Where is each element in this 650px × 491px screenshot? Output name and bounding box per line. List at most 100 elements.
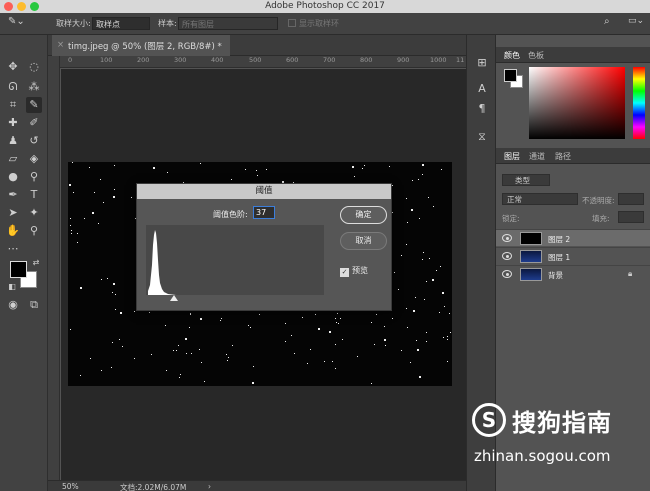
layer-name[interactable]: 图层 2 [548, 234, 570, 245]
cancel-button[interactable]: 取消 [340, 232, 387, 250]
panel-foreground-swatch[interactable] [504, 69, 517, 82]
healing-brush-tool-icon[interactable]: ✚ [5, 115, 21, 131]
close-tab-icon[interactable]: × [57, 40, 64, 50]
document-tab-title: timg.jpeg @ 50% (图层 2, RGB/8#) * [68, 42, 222, 52]
tab-paths[interactable]: 路径 [555, 151, 571, 162]
ruler-tick: 700 [323, 56, 336, 64]
default-colors-icon[interactable]: ◧ [4, 279, 20, 295]
opacity-field[interactable] [618, 193, 644, 205]
threshold-slider-handle[interactable] [170, 295, 178, 301]
star-dot [285, 341, 286, 342]
dodge-tool-icon[interactable]: ⚲ [26, 169, 42, 185]
more-tools-icon[interactable]: ⋯ [5, 241, 21, 257]
move-tool-icon[interactable]: ✥ [5, 59, 21, 75]
sample-size-select[interactable]: 取样点 [92, 17, 150, 30]
color-picker-field[interactable] [529, 67, 625, 139]
layer-row[interactable]: 图层 1 [496, 247, 650, 264]
swap-colors-icon[interactable]: ⇄ [28, 255, 44, 271]
lasso-tool-icon[interactable]: ᘏ [5, 79, 21, 95]
document-tab[interactable]: × timg.jpeg @ 50% (图层 2, RGB/8#) * [52, 35, 230, 56]
workspace-icon[interactable]: ▭⌄ [628, 16, 644, 26]
layer-row[interactable]: 背景 🔒︎ [496, 265, 650, 282]
custom-shape-tool-icon[interactable]: ✦ [26, 205, 42, 221]
visibility-eye-icon[interactable] [502, 234, 512, 242]
star-dot [103, 202, 104, 203]
layer-name[interactable]: 图层 1 [548, 252, 570, 263]
eyedropper-tool-icon[interactable]: ✎ [26, 97, 42, 113]
ruler-tick: 11 [456, 56, 465, 64]
star-dot [324, 361, 325, 362]
path-selection-tool-icon[interactable]: ➤ [5, 205, 21, 221]
layer-name[interactable]: 背景 [548, 270, 563, 281]
eraser-tool-icon[interactable]: ▱ [5, 151, 21, 167]
zoom-level[interactable]: 50% [62, 482, 79, 491]
ok-button[interactable]: 确定 [340, 206, 387, 224]
character-icon[interactable]: A [474, 81, 490, 97]
tab-layers[interactable]: 图层 [504, 151, 520, 162]
star-dot [131, 197, 132, 198]
star-dot [413, 310, 415, 312]
preview-checkbox[interactable]: ✓ 预览 [340, 265, 368, 277]
star-dot [149, 312, 150, 313]
star-dot [257, 175, 258, 176]
brush-tool-icon[interactable]: ✐ [26, 115, 42, 131]
eyedropper-preset-icon[interactable]: ✎⌄ [8, 16, 25, 27]
tab-color[interactable]: 颜色 [504, 50, 520, 61]
layer-row[interactable]: 图层 2 [496, 229, 650, 246]
screen-mode-icon[interactable]: ⧉ [26, 297, 42, 313]
ruler-tick: 300 [174, 56, 187, 64]
marquee-tool-icon[interactable]: ◌ [26, 59, 42, 75]
dialog-title: 阈值 [137, 184, 391, 199]
history-brush-tool-icon[interactable]: ↺ [26, 133, 42, 149]
blur-tool-icon[interactable]: ● [5, 169, 21, 185]
preview-label: 预览 [352, 266, 368, 275]
fill-label: 填充: [592, 214, 610, 223]
history-icon[interactable]: ⧖ [474, 129, 490, 145]
search-icon[interactable]: ⌕ [604, 16, 610, 27]
tab-channels[interactable]: 通道 [529, 151, 545, 162]
star-dot [429, 258, 430, 259]
crop-tool-icon[interactable]: ⌗ [5, 97, 21, 113]
hue-slider[interactable] [633, 67, 645, 139]
star-dot [113, 283, 115, 285]
watermark-brand: 搜狗指南 [512, 409, 612, 437]
tab-swatches[interactable]: 色板 [528, 50, 544, 61]
status-menu-icon[interactable]: › [208, 482, 211, 491]
star-dot [112, 292, 113, 293]
magic-wand-tool-icon[interactable]: ⁂ [26, 79, 42, 95]
hand-tool-icon[interactable]: ✋ [5, 223, 21, 239]
sample-select[interactable]: 所有图层 [178, 17, 278, 30]
horizontal-ruler[interactable]: 0 100 200 300 400 500 600 700 800 900 10… [60, 56, 466, 68]
visibility-eye-icon[interactable] [502, 252, 512, 260]
pen-tool-icon[interactable]: ✒ [5, 187, 21, 203]
star-dot [384, 326, 385, 327]
star-dot [166, 370, 167, 371]
show-ring-checkbox[interactable]: 显示取样环 [288, 18, 339, 29]
paragraph-icon[interactable]: ¶ [474, 101, 490, 117]
foreground-color-swatch[interactable] [10, 261, 27, 278]
quick-mask-icon[interactable]: ◉ [5, 297, 21, 313]
star-dot [376, 314, 377, 315]
star-dot [221, 318, 222, 319]
threshold-level-input[interactable]: 37 [253, 206, 275, 219]
vertical-ruler[interactable] [48, 56, 60, 480]
star-dot [101, 279, 102, 280]
star-dot [407, 327, 408, 328]
star-dot [153, 167, 155, 169]
star-dot [450, 332, 451, 333]
visibility-eye-icon[interactable] [502, 270, 512, 278]
star-dot [335, 344, 336, 345]
paint-bucket-tool-icon[interactable]: ◈ [26, 151, 42, 167]
type-tool-icon[interactable]: T [26, 187, 42, 203]
star-dot [114, 189, 115, 190]
star-dot [253, 366, 254, 367]
fill-field[interactable] [618, 211, 644, 223]
libraries-icon[interactable]: ⊞ [474, 55, 490, 71]
zoom-tool-icon[interactable]: ⚲ [26, 223, 42, 239]
star-dot [302, 317, 303, 318]
filter-kind-select[interactable]: 类型 [502, 174, 550, 186]
star-dot [318, 328, 320, 330]
blend-mode-select[interactable]: 正常 [502, 193, 578, 205]
star-dot [134, 311, 135, 312]
clone-stamp-tool-icon[interactable]: ♟ [5, 133, 21, 149]
